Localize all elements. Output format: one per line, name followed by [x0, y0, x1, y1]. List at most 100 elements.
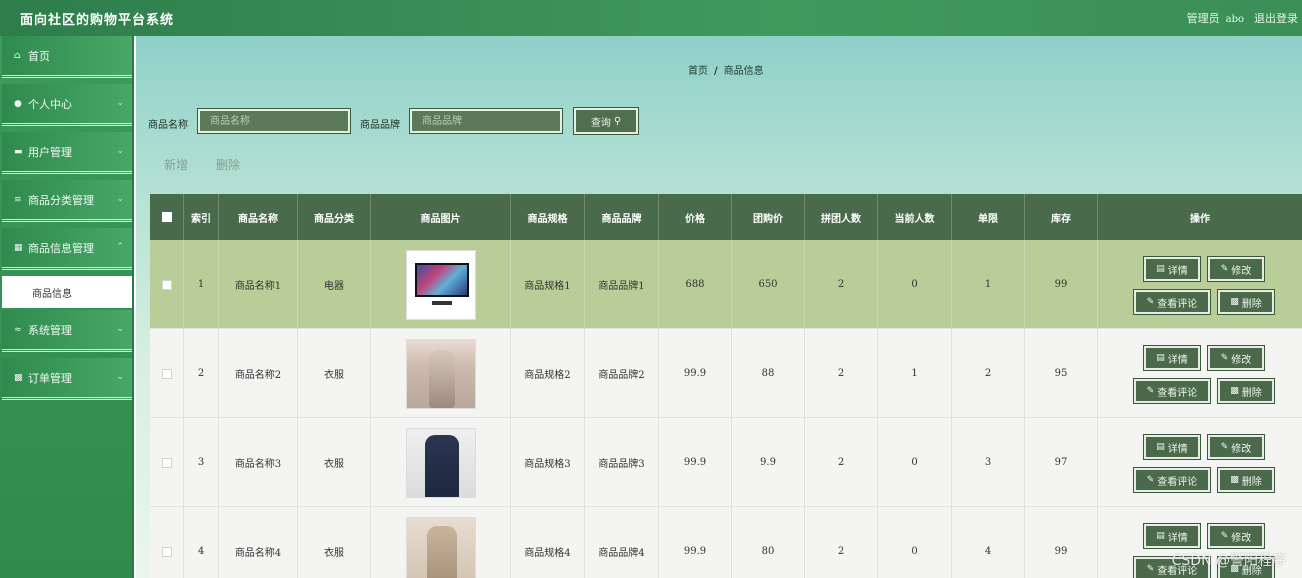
edit-button[interactable]: ✎ 修改: [1207, 523, 1265, 549]
pencil-icon: ✎: [1220, 264, 1229, 274]
sidebar-item-orders[interactable]: ▩ 订单管理 ⌄: [2, 358, 132, 400]
view-reviews-button[interactable]: ✎ 查看评论: [1133, 467, 1211, 493]
cell-current: 0: [878, 507, 952, 578]
chevron-up-icon: ⌃: [116, 242, 124, 252]
sidebar-item-label: 商品信息管理: [28, 241, 94, 255]
header-group-size: 拼团人数: [805, 194, 878, 240]
row-checkbox[interactable]: [161, 368, 172, 379]
cell-index: 3: [184, 418, 219, 507]
pencil-icon: ✎: [1220, 531, 1229, 541]
cell-name: 商品名称1: [219, 240, 298, 329]
chevron-down-icon: ⌄: [116, 98, 124, 108]
cell-brand: 商品品牌1: [585, 240, 659, 329]
view-reviews-button[interactable]: ✎ 查看评论: [1133, 289, 1211, 315]
query-button[interactable]: 查询 ⚲: [573, 107, 639, 135]
edit-button[interactable]: ✎ 修改: [1207, 256, 1265, 282]
sidebar-item-label: 个人中心: [28, 97, 72, 111]
select-all-checkbox[interactable]: [161, 212, 172, 222]
sidebar-item-users[interactable]: ▬ 用户管理 ⌄: [2, 132, 132, 174]
cell-group-price: 80: [732, 507, 805, 578]
chevron-down-icon: ⌄: [116, 372, 124, 382]
table-row[interactable]: 3 商品名称3 衣服 商品规格3 商品品牌3 99.9 9.9 2 0 3 97…: [150, 418, 1302, 507]
admin-label: 管理员: [1186, 12, 1220, 25]
product-image-dress: [405, 338, 476, 409]
detail-button[interactable]: ▤ 详情: [1143, 345, 1201, 371]
batch-delete-button[interactable]: 删除: [216, 156, 240, 173]
delete-button[interactable]: ▩ 删除: [1217, 467, 1275, 493]
admin-info: 管理员 abo: [1187, 10, 1244, 26]
sidebar-item-home[interactable]: ⌂ 首页: [2, 36, 132, 78]
cell-brand: 商品品牌2: [585, 329, 659, 418]
product-image-tv: [405, 249, 476, 320]
cell-actions: ▤ 详情 ✎ 修改 ✎ 查看评论 ▩ 删除: [1098, 418, 1302, 507]
header-actions: 操作: [1190, 213, 1210, 225]
edit-label: 修改: [1231, 265, 1252, 277]
header-stock: 库存: [1025, 194, 1098, 240]
product-name-input[interactable]: [197, 108, 351, 134]
cell-price: 99.9: [659, 329, 732, 418]
row-checkbox[interactable]: [161, 546, 172, 557]
table-row[interactable]: 2 商品名称2 衣服 商品规格2 商品品牌2 99.9 88 2 1 2 95 …: [150, 329, 1302, 418]
cell-category: 衣服: [298, 329, 371, 418]
product-brand-label: 商品品牌: [360, 120, 400, 131]
sidebar-subitem-product-info[interactable]: 商品信息: [2, 276, 132, 308]
delete-button[interactable]: ▩ 删除: [1217, 289, 1275, 315]
cell-brand: 商品品牌4: [585, 507, 659, 578]
detail-button[interactable]: ▤ 详情: [1143, 523, 1201, 549]
sidebar-item-label: 首页: [28, 49, 50, 63]
header-current: 当前人数: [878, 194, 952, 240]
cell-limit: 1: [952, 240, 1025, 329]
cell-image: [371, 507, 511, 578]
sidebar-item-products[interactable]: ▦ 商品信息管理 ⌃: [2, 228, 132, 270]
cell-group-price: 650: [732, 240, 805, 329]
table-row[interactable]: 4 商品名称4 衣服 商品规格4 商品品牌4 99.9 80 2 0 4 99 …: [150, 507, 1302, 578]
cell-current: 1: [878, 329, 952, 418]
header-image: 商品图片: [371, 194, 511, 240]
table-row[interactable]: 1 商品名称1 电器 商品规格1 商品品牌1 688 650 2 0 1 99 …: [150, 240, 1302, 329]
sidebar-item-profile[interactable]: ● 个人中心 ⌄: [2, 84, 132, 126]
sliders-icon: ≈: [14, 324, 22, 335]
detail-button[interactable]: ▤ 详情: [1143, 256, 1201, 282]
header-spec: 商品规格: [511, 194, 585, 240]
app-title: 面向社区的购物平台系统: [20, 13, 175, 28]
edit-button[interactable]: ✎ 修改: [1207, 434, 1265, 460]
add-button[interactable]: 新增: [164, 156, 188, 173]
cell-current: 0: [878, 240, 952, 329]
cell-stock: 99: [1025, 507, 1098, 578]
cell-stock: 97: [1025, 418, 1098, 507]
logout-link[interactable]: 退出登录: [1254, 10, 1298, 26]
row-checkbox[interactable]: [161, 279, 172, 290]
sidebar-item-system[interactable]: ≈ 系统管理 ⌄: [2, 310, 132, 352]
monitor-icon: ▬: [14, 146, 23, 157]
row-select-cell: [150, 507, 184, 578]
review-label: 查看评论: [1157, 476, 1198, 488]
cell-actions: ▤ 详情 ✎ 修改 ✎ 查看评论 ▩ 删除: [1098, 329, 1302, 418]
cell-index: 4: [184, 507, 219, 578]
edit-button[interactable]: ✎ 修改: [1207, 345, 1265, 371]
user-icon: ●: [14, 98, 22, 109]
product-brand-input[interactable]: [409, 108, 563, 134]
edit-label: 修改: [1231, 532, 1252, 544]
breadcrumb-home[interactable]: 首页: [688, 66, 708, 77]
view-reviews-button[interactable]: ✎ 查看评论: [1133, 378, 1211, 404]
product-name-label: 商品名称: [148, 120, 188, 131]
header-brand: 商品品牌: [585, 194, 659, 240]
cell-image: [371, 329, 511, 418]
sidebar: ⌂ 首页 ● 个人中心 ⌄ ▬ 用户管理 ⌄ ≡ 商品分类管理 ⌄ ▦ 商品信息…: [0, 36, 134, 578]
edit-label: 修改: [1231, 354, 1252, 366]
row-select-cell: [150, 418, 184, 507]
document-icon: ▤: [1156, 531, 1165, 541]
product-image-suit: [405, 427, 476, 498]
detail-button[interactable]: ▤ 详情: [1143, 434, 1201, 460]
delete-button[interactable]: ▩ 删除: [1217, 378, 1275, 404]
row-checkbox[interactable]: [161, 457, 172, 468]
document-icon: ▤: [1156, 353, 1165, 363]
cell-group-size: 2: [805, 507, 878, 578]
sidebar-item-label: 订单管理: [28, 371, 72, 385]
cell-limit: 4: [952, 507, 1025, 578]
home-icon: ⌂: [14, 50, 21, 61]
trash-icon: ▩: [1230, 297, 1239, 307]
sidebar-item-categories[interactable]: ≡ 商品分类管理 ⌄: [2, 180, 132, 222]
breadcrumb-separator: /: [714, 66, 718, 77]
review-label: 查看评论: [1157, 387, 1198, 399]
